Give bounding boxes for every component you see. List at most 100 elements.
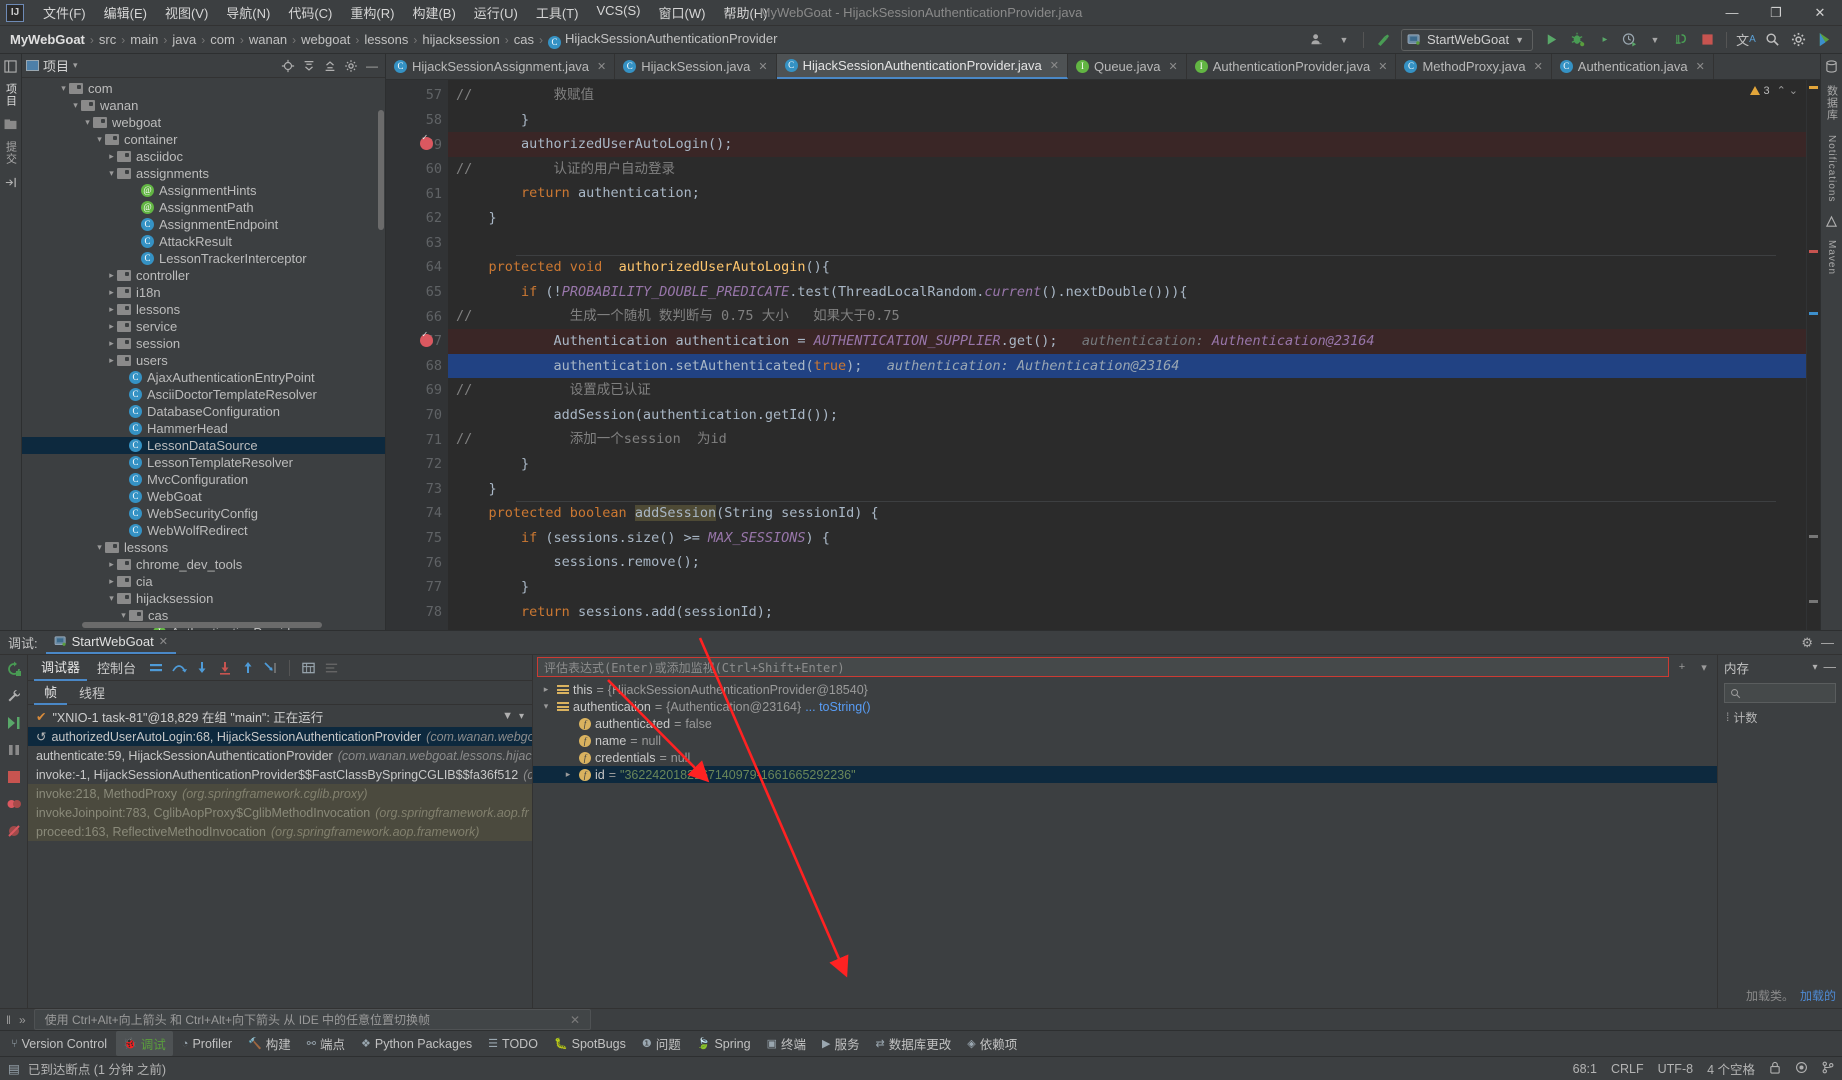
editor-marker-strip[interactable]	[1806, 80, 1820, 630]
file-encoding[interactable]: UTF-8	[1658, 1062, 1693, 1076]
breadcrumb-item-6[interactable]: webgoat	[297, 31, 354, 48]
close-tab-icon[interactable]: ✕	[1168, 60, 1177, 73]
tree-node[interactable]: ▸ users	[22, 352, 385, 369]
maven-rail-icon[interactable]	[1824, 213, 1840, 229]
variable-row[interactable]: ▾ authentication = {Authentication@23164}…	[533, 698, 1717, 715]
breakpoint-icon[interactable]	[420, 330, 433, 347]
breadcrumb-item-2[interactable]: main	[126, 31, 162, 48]
tree-node[interactable]: ▸ service	[22, 318, 385, 335]
menu-item-3[interactable]: 导航(N)	[217, 0, 279, 25]
marker-warning[interactable]	[1809, 86, 1818, 90]
chevron-right-icon[interactable]: ▸	[106, 287, 117, 298]
chevron-down-icon[interactable]: ▾	[539, 701, 553, 712]
variable-row[interactable]: ▸ this = {HijackSessionAuthenticationProv…	[533, 681, 1717, 698]
gutter-line[interactable]: 58	[386, 108, 448, 133]
caret-position[interactable]: 68:1	[1573, 1062, 1597, 1076]
tree-node[interactable]: C LessonTrackerInterceptor	[22, 250, 385, 267]
tree-node[interactable]: ▸ chrome_dev_tools	[22, 556, 385, 573]
chevron-right-icon[interactable]: ▸	[106, 270, 117, 281]
breadcrumb-item-0[interactable]: MyWebGoat	[6, 31, 89, 48]
close-icon[interactable]: ✕	[570, 1013, 580, 1027]
evaluate-expression-icon[interactable]	[298, 658, 318, 678]
tool-window-button-12[interactable]: ⇄ 数据库更改	[869, 1031, 959, 1056]
tool-window-button-7[interactable]: 🐛 SpotBugs	[547, 1034, 633, 1054]
tree-vertical-scrollbar[interactable]	[378, 110, 384, 231]
chevron-right-icon[interactable]: ▸	[106, 559, 117, 570]
plugin-icon[interactable]	[1812, 28, 1836, 52]
tool-window-button-11[interactable]: ▶ 服务	[815, 1031, 866, 1056]
run-configuration-selector[interactable]: StartWebGoat ▼	[1400, 28, 1533, 51]
evaluate-expression-input[interactable]: 评估表达式(Enter)或添加监视(Ctrl+Shift+Enter)	[537, 657, 1669, 677]
close-tab-icon[interactable]: ✕	[597, 60, 606, 73]
editor-tab-1[interactable]: C HijackSession.java ✕	[615, 54, 777, 80]
settings-icon[interactable]	[1786, 28, 1810, 52]
tree-node[interactable]: ▾ com	[22, 80, 385, 97]
code-line[interactable]: // 设置成已认证	[448, 378, 1806, 403]
variable-row[interactable]: ▸ f id = "3622420182167140979-166166529223…	[533, 766, 1717, 783]
variable-row[interactable]: f name = null	[533, 732, 1717, 749]
stop-icon[interactable]	[5, 768, 23, 786]
gutter-line[interactable]: 79	[386, 624, 448, 630]
tree-node[interactable]: C MvcConfiguration	[22, 471, 385, 488]
force-step-into-icon[interactable]	[215, 658, 235, 678]
line-separator[interactable]: CRLF	[1611, 1062, 1644, 1076]
tool-window-button-6[interactable]: ☰ TODO	[481, 1034, 545, 1054]
breadcrumb-item-9[interactable]: cas	[510, 31, 538, 48]
chevron-down-icon[interactable]: ▾	[1812, 662, 1817, 673]
tree-node[interactable]: ▾ assignments	[22, 165, 385, 182]
resume-program-icon[interactable]	[5, 714, 23, 732]
step-over-icon[interactable]	[169, 658, 189, 678]
chevron-down-icon[interactable]: ▾	[94, 542, 105, 553]
stack-frame-row[interactable]: ↺ authorizedUserAutoLogin:68, HijackSessi…	[28, 727, 532, 746]
expand-icon[interactable]: »	[19, 1013, 26, 1027]
maximize-button[interactable]: ❐	[1754, 0, 1798, 26]
memory-search-input[interactable]	[1724, 683, 1836, 703]
chevron-down-icon[interactable]: ▾	[106, 168, 117, 179]
tab-console[interactable]: 控制台	[90, 655, 143, 680]
step-out-icon[interactable]	[238, 658, 258, 678]
translate-icon[interactable]: 文A	[1734, 28, 1758, 52]
stack-frame-row[interactable]: invoke:218, MethodProxy (org.springframe…	[28, 784, 532, 803]
prev-issue-icon[interactable]: ⌃	[1777, 84, 1786, 97]
breadcrumb-item-5[interactable]: wanan	[245, 31, 291, 48]
close-tab-icon[interactable]: ✕	[1050, 59, 1059, 72]
gutter-line[interactable]: 71	[386, 427, 448, 452]
tool-window-button-1[interactable]: 🐞 调试	[116, 1031, 173, 1056]
code-line[interactable]: authentication.setAuthenticated(true); a…	[448, 353, 1806, 379]
profiler-attach-icon[interactable]	[1617, 28, 1641, 52]
menu-item-0[interactable]: 文件(F)	[34, 0, 95, 25]
variables-tree[interactable]: ▸ this = {HijackSessionAuthenticationProv…	[533, 679, 1717, 1008]
tree-node[interactable]: C AsciiDoctorTemplateResolver	[22, 386, 385, 403]
gutter-line[interactable]: 75	[386, 526, 448, 551]
minimize-button[interactable]: —	[1710, 0, 1754, 26]
code-line[interactable]: Authentication authentication = AUTHENTI…	[448, 328, 1806, 354]
expand-all-icon[interactable]	[300, 57, 318, 75]
menu-item-9[interactable]: VCS(S)	[587, 0, 649, 25]
tree-node[interactable]: ▾ hijacksession	[22, 590, 385, 607]
close-button[interactable]: ✕	[1798, 0, 1842, 26]
tree-node[interactable]: ▾ container	[22, 131, 385, 148]
stack-frame-row[interactable]: invokeJoinpoint:783, CglibAopProxy$Cglib…	[28, 803, 532, 822]
stack-frame-row[interactable]: invoke:-1, HijackSessionAuthenticationPr…	[28, 765, 532, 784]
watch-dropdown-icon[interactable]: ▾	[1695, 658, 1713, 676]
chevron-down-icon[interactable]: ▾	[73, 60, 78, 71]
gutter-line[interactable]: 72	[386, 452, 448, 477]
call-stack-list[interactable]: ↺ authorizedUserAutoLogin:68, HijackSessi…	[28, 727, 532, 1008]
settings-icon[interactable]	[342, 57, 360, 75]
rail-label-maven[interactable]: Maven	[1826, 237, 1837, 278]
gutter-line[interactable]: 66	[386, 304, 448, 329]
code-line[interactable]: }	[448, 624, 1806, 630]
code-line[interactable]: protected boolean addSession(String sess…	[448, 501, 1806, 526]
profile-user-icon[interactable]	[1306, 28, 1330, 52]
code-line[interactable]: }	[448, 452, 1806, 477]
edit-configuration-icon[interactable]	[5, 687, 23, 705]
tool-window-button-2[interactable]: ◔ Profiler	[175, 1034, 239, 1054]
tree-node[interactable]: @ AssignmentPath	[22, 199, 385, 216]
gutter-line[interactable]: 74	[386, 501, 448, 526]
tree-node[interactable]: ▸ controller	[22, 267, 385, 284]
tree-node[interactable]: C WebWolfRedirect	[22, 522, 385, 539]
editor-tab-2[interactable]: C HijackSessionAuthenticationProvider.jav…	[776, 54, 1068, 80]
gutter-line[interactable]: 76	[386, 550, 448, 575]
gutter-line[interactable]: 62	[386, 206, 448, 231]
stack-frame-row[interactable]: proceed:163, ReflectiveMethodInvocation …	[28, 822, 532, 841]
